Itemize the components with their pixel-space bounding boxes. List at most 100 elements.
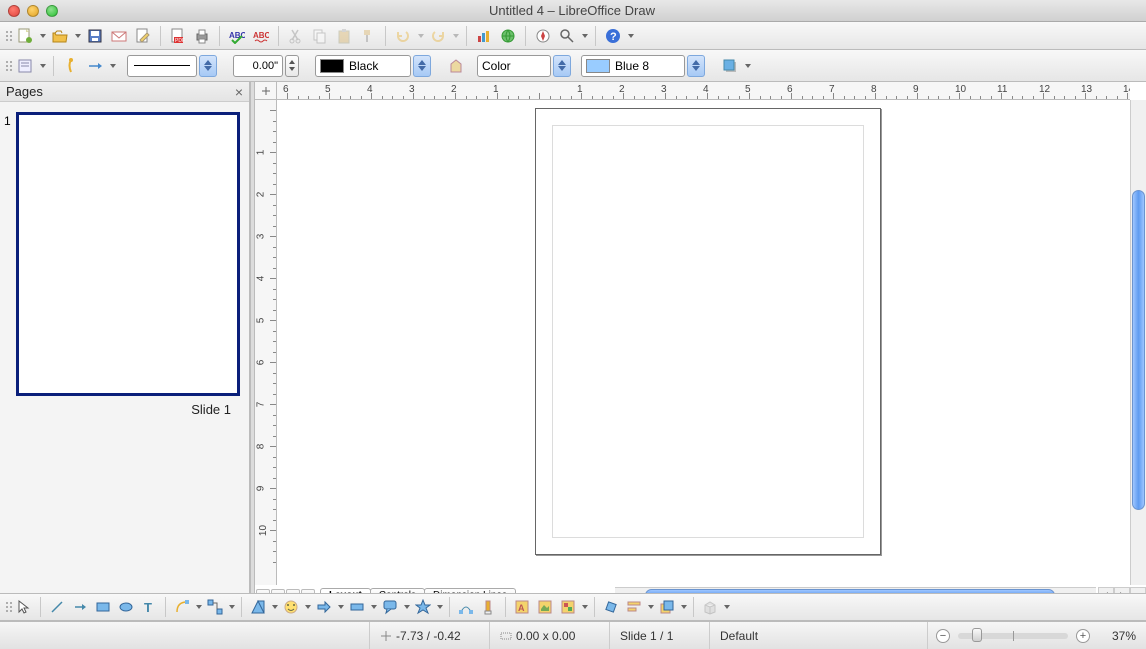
open-dropdown[interactable]	[73, 25, 82, 47]
line-width-stepper[interactable]	[285, 55, 299, 77]
toolbar-grip[interactable]	[6, 596, 12, 618]
flowchart-dropdown[interactable]	[369, 596, 378, 618]
select-tool[interactable]	[13, 596, 35, 618]
window-zoom-button[interactable]	[46, 5, 58, 17]
curve-tool[interactable]	[171, 596, 193, 618]
shadow-button[interactable]	[719, 55, 741, 77]
zoom-slider[interactable]	[958, 633, 1068, 639]
rectangle-tool[interactable]	[92, 596, 114, 618]
basic-shapes-tool[interactable]	[247, 596, 269, 618]
rotate-tool[interactable]	[600, 596, 622, 618]
navigator-button[interactable]	[532, 25, 554, 47]
area-properties-button[interactable]	[445, 55, 467, 77]
gallery-dropdown[interactable]	[580, 596, 589, 618]
email-button[interactable]	[108, 25, 130, 47]
line-width-input[interactable]	[233, 55, 283, 77]
page-thumbnail[interactable]	[16, 112, 240, 396]
fill-color-combo[interactable]: Blue 8	[581, 55, 685, 77]
from-file-tool[interactable]	[534, 596, 556, 618]
redo-button[interactable]	[427, 25, 449, 47]
export-pdf-button[interactable]: PDF	[167, 25, 189, 47]
horizontal-ruler[interactable]: 6543211234567891011121314	[277, 82, 1130, 100]
line-style-stepper[interactable]	[199, 55, 217, 77]
vertical-scrollbar[interactable]	[1130, 100, 1146, 585]
status-page-style[interactable]: Default	[710, 622, 928, 649]
window-minimize-button[interactable]	[27, 5, 39, 17]
cut-button[interactable]	[285, 25, 307, 47]
drawing-canvas[interactable]	[277, 100, 1130, 585]
hyperlink-button[interactable]	[497, 25, 519, 47]
ellipse-tool[interactable]	[115, 596, 137, 618]
chart-button[interactable]	[473, 25, 495, 47]
help-button[interactable]: ?	[602, 25, 624, 47]
format-paintbrush-button[interactable]	[357, 25, 379, 47]
undo-dropdown[interactable]	[416, 25, 425, 47]
undo-button[interactable]	[392, 25, 414, 47]
toolbar-overflow[interactable]	[722, 596, 731, 618]
fill-color-stepper[interactable]	[687, 55, 705, 77]
autospell-button[interactable]: ABC	[250, 25, 272, 47]
edit-points-tool[interactable]	[455, 596, 477, 618]
glue-points-tool[interactable]	[478, 596, 500, 618]
fill-mode-combo[interactable]: Color	[477, 55, 551, 77]
ruler-origin[interactable]	[255, 82, 277, 100]
zoom-in-button[interactable]: +	[1076, 629, 1090, 643]
text-tool[interactable]: T	[138, 596, 160, 618]
styles-dropdown[interactable]	[38, 55, 47, 77]
copy-button[interactable]	[309, 25, 331, 47]
fontwork-tool[interactable]: A	[511, 596, 533, 618]
connector-tool[interactable]	[204, 596, 226, 618]
redo-dropdown[interactable]	[451, 25, 460, 47]
arrow-ends-dropdown[interactable]	[108, 55, 117, 77]
line-properties-button[interactable]	[60, 55, 82, 77]
arrow-ends-button[interactable]	[84, 55, 106, 77]
arrange-dropdown[interactable]	[679, 596, 688, 618]
zoom-slider-thumb[interactable]	[972, 628, 982, 642]
line-color-stepper[interactable]	[413, 55, 431, 77]
window-close-button[interactable]	[8, 5, 20, 17]
stars-dropdown[interactable]	[435, 596, 444, 618]
callouts-dropdown[interactable]	[402, 596, 411, 618]
basic-shapes-dropdown[interactable]	[270, 596, 279, 618]
align-dropdown[interactable]	[646, 596, 655, 618]
pages-panel-close-button[interactable]: ×	[235, 84, 243, 100]
print-button[interactable]	[191, 25, 213, 47]
callouts-tool[interactable]	[379, 596, 401, 618]
extrusion-tool[interactable]	[699, 596, 721, 618]
vertical-scroll-thumb[interactable]	[1132, 190, 1145, 510]
arrow-tool[interactable]	[69, 596, 91, 618]
zoom-dropdown[interactable]	[580, 25, 589, 47]
fill-mode-stepper[interactable]	[553, 55, 571, 77]
toolbar-grip[interactable]	[6, 55, 12, 77]
spellcheck-button[interactable]: ABC	[226, 25, 248, 47]
align-tool[interactable]	[623, 596, 645, 618]
open-button[interactable]	[49, 25, 71, 47]
curve-dropdown[interactable]	[194, 596, 203, 618]
gallery-tool[interactable]	[557, 596, 579, 618]
zoom-button[interactable]	[556, 25, 578, 47]
edit-file-button[interactable]	[132, 25, 154, 47]
stars-tool[interactable]	[412, 596, 434, 618]
new-document-button[interactable]	[14, 25, 36, 47]
arrange-tool[interactable]	[656, 596, 678, 618]
line-color-combo[interactable]: Black	[315, 55, 411, 77]
save-button[interactable]	[84, 25, 106, 47]
toolbar-grip[interactable]	[6, 25, 12, 47]
symbol-shapes-dropdown[interactable]	[303, 596, 312, 618]
vertical-ruler[interactable]: 12345678910	[255, 100, 277, 585]
paste-button[interactable]	[333, 25, 355, 47]
connector-dropdown[interactable]	[227, 596, 236, 618]
flowchart-tool[interactable]	[346, 596, 368, 618]
zoom-out-button[interactable]: −	[936, 629, 950, 643]
pages-panel-header: Pages ×	[0, 82, 249, 102]
toolbar-overflow[interactable]	[743, 55, 752, 77]
format-styles-button[interactable]	[14, 55, 36, 77]
toolbar-overflow[interactable]	[626, 25, 635, 47]
block-arrows-tool[interactable]	[313, 596, 335, 618]
line-style-combo[interactable]	[127, 55, 197, 77]
zoom-level[interactable]: 37%	[1098, 622, 1146, 649]
line-tool[interactable]	[46, 596, 68, 618]
new-document-dropdown[interactable]	[38, 25, 47, 47]
block-arrows-dropdown[interactable]	[336, 596, 345, 618]
symbol-shapes-tool[interactable]	[280, 596, 302, 618]
